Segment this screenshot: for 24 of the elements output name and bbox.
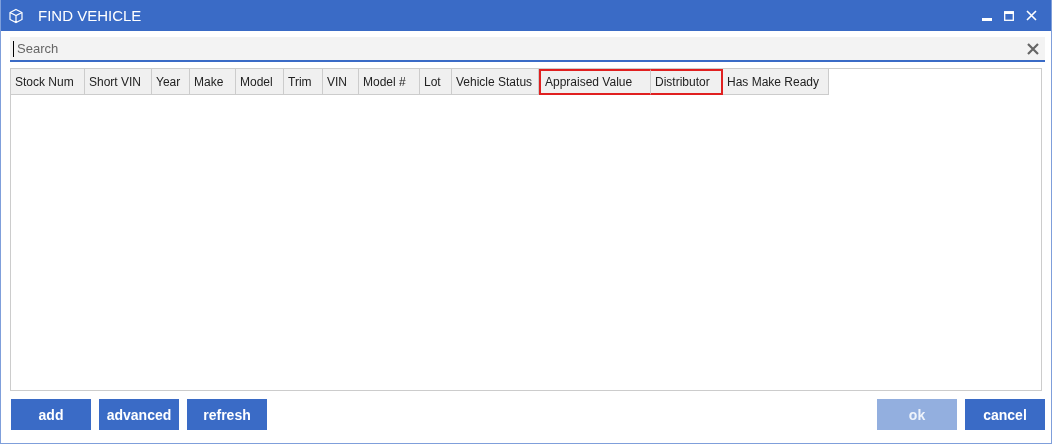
clear-icon[interactable] xyxy=(1027,42,1039,55)
column-header[interactable]: Has Make Ready xyxy=(723,69,829,95)
column-header[interactable]: Distributor xyxy=(651,69,723,95)
window-title: FIND VEHICLE xyxy=(38,7,143,24)
action-button[interactable]: advanced xyxy=(99,399,179,430)
search-input[interactable]: Search xyxy=(13,40,1027,57)
action-button[interactable]: refresh xyxy=(187,399,267,430)
column-header[interactable]: Model # xyxy=(359,69,420,95)
column-header[interactable]: Short VIN xyxy=(85,69,152,95)
cancel-button[interactable]: cancel xyxy=(965,399,1045,430)
maximize-icon[interactable] xyxy=(1004,10,1014,21)
cube-icon xyxy=(8,7,24,24)
close-icon[interactable] xyxy=(1026,10,1037,21)
action-button[interactable]: add xyxy=(11,399,91,430)
column-header[interactable]: Model xyxy=(236,69,284,95)
search-field[interactable]: Search xyxy=(10,37,1045,62)
column-header[interactable]: Lot xyxy=(420,69,452,95)
column-header[interactable]: Trim xyxy=(284,69,323,95)
column-header[interactable]: VIN xyxy=(323,69,359,95)
column-header[interactable]: Stock Num xyxy=(11,69,85,95)
column-header[interactable]: Vehicle Status xyxy=(452,69,539,95)
column-header[interactable]: Make xyxy=(190,69,236,95)
column-header[interactable]: Year xyxy=(152,69,190,95)
column-header[interactable]: Appraised Value xyxy=(539,69,651,95)
